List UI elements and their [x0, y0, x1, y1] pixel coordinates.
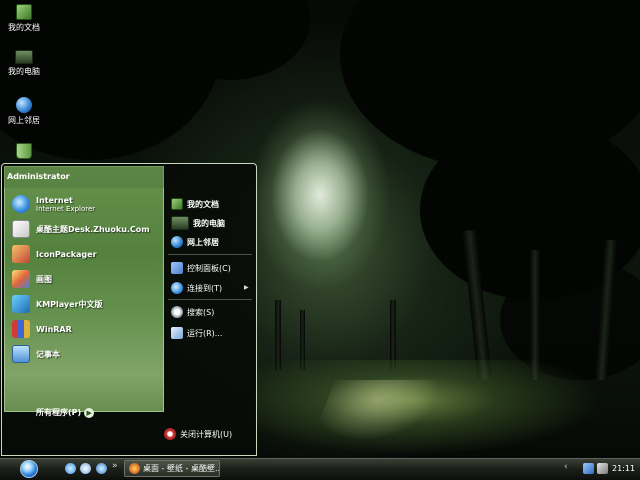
- internet-explorer-icon: [12, 195, 30, 213]
- notepad-icon: [12, 345, 30, 363]
- menu-item-label: 桌酷主题Desk.Zhuoku.Com: [36, 224, 150, 234]
- zhuoku-theme-icon: [12, 220, 30, 238]
- quick-launch-show-desktop-icon[interactable]: [80, 463, 91, 474]
- my-computer-icon: [15, 50, 33, 64]
- desktop-icon-label: 网上邻居: [8, 116, 40, 125]
- places-item-label: 控制面板(C): [187, 263, 231, 273]
- menu-item-sublabel: Internet Explorer: [36, 204, 96, 213]
- my-documents-icon: [16, 4, 32, 20]
- desktop-icon-my-documents[interactable]: 我的文档: [2, 4, 46, 33]
- desktop-icon-label: 我的文档: [8, 23, 40, 32]
- quick-launch-more-button[interactable]: »: [112, 461, 118, 471]
- menu-item-notepad[interactable]: 记事本: [12, 343, 60, 365]
- power-icon: [164, 428, 176, 440]
- quick-launch-browser-icon[interactable]: [96, 463, 107, 474]
- places-item-connect-to[interactable]: 连接到(T): [171, 280, 222, 296]
- my-documents-icon: [171, 198, 183, 210]
- recycle-bin-icon: [16, 143, 32, 159]
- taskbar-clock[interactable]: 21:11: [612, 464, 635, 473]
- network-places-icon: [16, 97, 32, 113]
- all-programs-button[interactable]: 所有程序(P) ▶: [36, 407, 95, 418]
- winrar-icon: [12, 320, 30, 338]
- network-status-icon[interactable]: [583, 463, 594, 474]
- places-item-label: 运行(R)...: [187, 328, 223, 338]
- menu-item-kmplayer[interactable]: KMPlayer中文版: [12, 293, 103, 315]
- menu-item-label: IconPackager: [36, 249, 97, 259]
- places-item-label: 我的文档: [187, 199, 219, 209]
- shutdown-label: 关闭计算机(U): [180, 429, 233, 439]
- browser-icon: [129, 463, 140, 474]
- tray-expand-button[interactable]: ‹: [564, 462, 568, 472]
- run-icon: [171, 327, 183, 339]
- iconpackager-icon: [12, 245, 30, 263]
- taskbar-window-button[interactable]: 桌面 - 壁纸 - 桌酷壁...: [124, 460, 220, 477]
- menu-item-label: 画图: [36, 274, 52, 284]
- menu-divider: [168, 299, 252, 300]
- menu-item-label: WinRAR: [36, 324, 72, 334]
- quick-launch-internet-explorer-icon[interactable]: [65, 463, 76, 474]
- places-item-label: 我的电脑: [193, 218, 225, 228]
- places-item-my-documents[interactable]: 我的文档: [171, 196, 219, 212]
- start-button[interactable]: [20, 460, 38, 478]
- menu-item-iconpackager[interactable]: IconPackager: [12, 243, 97, 265]
- places-item-network-places[interactable]: 网上邻居: [171, 234, 219, 250]
- desktop-icon-my-computer[interactable]: 我的电脑: [2, 50, 46, 77]
- search-icon: [171, 306, 183, 318]
- places-item-search[interactable]: 搜索(S): [171, 304, 214, 320]
- paint-icon: [12, 270, 30, 288]
- connect-to-icon: [171, 282, 183, 294]
- menu-item-internet[interactable]: Internet Internet Explorer: [12, 193, 95, 215]
- places-item-my-computer[interactable]: 我的电脑: [171, 215, 225, 231]
- desktop-icon-network-places[interactable]: 网上邻居: [2, 97, 46, 126]
- places-item-label: 网上邻居: [187, 237, 219, 247]
- user-name: Administrator: [7, 172, 70, 181]
- menu-item-zhuoku-theme[interactable]: 桌酷主题Desk.Zhuoku.Com: [12, 218, 150, 240]
- all-programs-label: 所有程序(P): [36, 408, 82, 417]
- shutdown-button[interactable]: 关闭计算机(U): [164, 428, 232, 440]
- volume-icon[interactable]: [597, 463, 608, 474]
- menu-item-label: Internet: [36, 195, 73, 205]
- taskbar-window-label: 桌面 - 壁纸 - 桌酷壁...: [143, 464, 219, 473]
- menu-item-label: KMPlayer中文版: [36, 299, 103, 309]
- desktop-icon-label: 我的电脑: [8, 67, 40, 76]
- control-panel-icon: [171, 262, 183, 274]
- menu-divider: [168, 254, 252, 255]
- kmplayer-icon: [12, 295, 30, 313]
- submenu-arrow-icon: ▶: [244, 284, 249, 291]
- places-item-run[interactable]: 运行(R)...: [171, 325, 222, 341]
- menu-item-winrar[interactable]: WinRAR: [12, 318, 72, 340]
- menu-item-paint[interactable]: 画图: [12, 268, 52, 290]
- my-computer-icon: [171, 216, 189, 230]
- menu-item-label: 记事本: [36, 349, 60, 359]
- arrow-right-icon: ▶: [84, 407, 95, 418]
- network-places-icon: [171, 236, 183, 248]
- places-item-control-panel[interactable]: 控制面板(C): [171, 260, 231, 276]
- places-item-label: 搜索(S): [187, 307, 215, 317]
- desktop-icon-recycle-bin[interactable]: [2, 143, 46, 161]
- places-item-label: 连接到(T): [187, 283, 223, 293]
